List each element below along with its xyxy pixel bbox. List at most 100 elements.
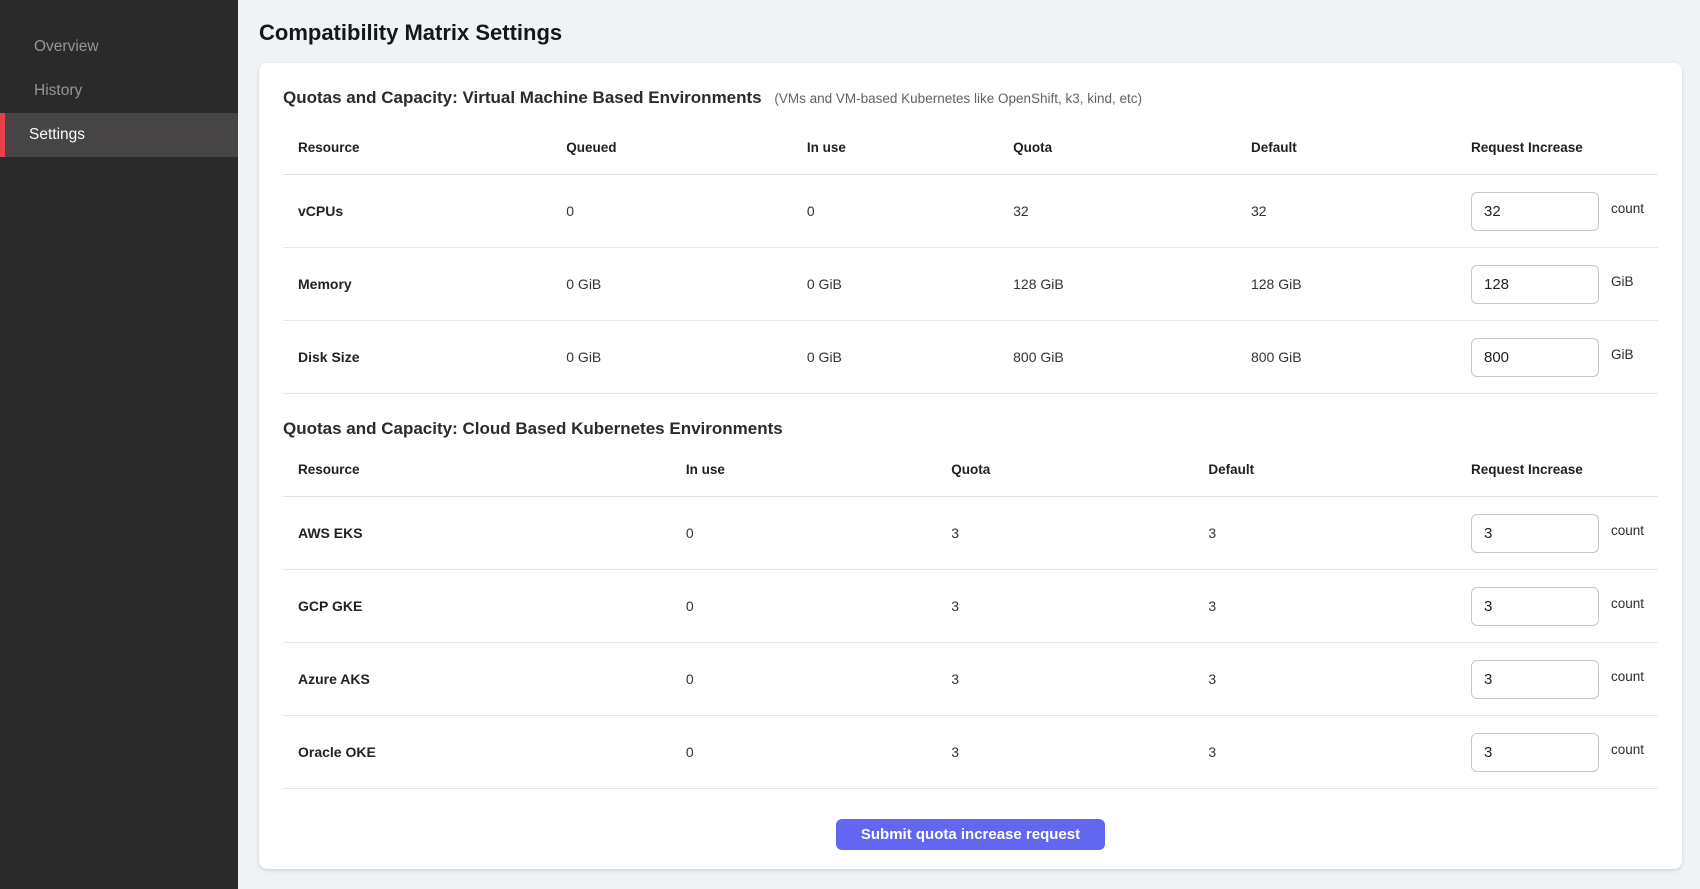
table-row: Azure AKS 0 3 3 count bbox=[283, 643, 1658, 716]
request-increase-cell: count bbox=[1471, 716, 1658, 789]
column-header-quota: Quota bbox=[951, 448, 1208, 497]
default-cell: 32 bbox=[1251, 175, 1471, 248]
request-box: GiB bbox=[1471, 265, 1658, 304]
sidebar: Overview History Settings bbox=[0, 0, 238, 889]
section-title-text: Quotas and Capacity: Virtual Machine Bas… bbox=[283, 88, 762, 107]
quota-cell: 128 GiB bbox=[1013, 248, 1251, 321]
resource-cell: GCP GKE bbox=[283, 570, 686, 643]
sidebar-item-label: History bbox=[34, 82, 82, 100]
section-title-text: Quotas and Capacity: Cloud Based Kuberne… bbox=[283, 419, 783, 438]
queued-cell: 0 GiB bbox=[566, 248, 807, 321]
queued-cell: 0 GiB bbox=[566, 321, 807, 394]
default-cell: 3 bbox=[1208, 570, 1471, 643]
in-use-cell: 0 bbox=[686, 716, 951, 789]
sidebar-item-label: Overview bbox=[34, 38, 99, 56]
in-use-cell: 0 bbox=[686, 497, 951, 570]
request-box: count bbox=[1471, 514, 1658, 553]
default-cell: 3 bbox=[1208, 643, 1471, 716]
in-use-cell: 0 GiB bbox=[807, 248, 1013, 321]
table-row: GCP GKE 0 3 3 count bbox=[283, 570, 1658, 643]
column-header-queued: Queued bbox=[566, 126, 807, 175]
table-header: Resource In use Quota Default Request In… bbox=[283, 448, 1658, 497]
column-header-quota: Quota bbox=[1013, 126, 1251, 175]
quota-request-input[interactable] bbox=[1471, 587, 1599, 626]
section-subtitle-text: (VMs and VM-based Kubernetes like OpenSh… bbox=[774, 91, 1142, 106]
section-title-vm: Quotas and Capacity: Virtual Machine Bas… bbox=[283, 87, 1658, 110]
resource-cell: Disk Size bbox=[283, 321, 566, 394]
quota-cell: 3 bbox=[951, 716, 1208, 789]
quota-cell: 800 GiB bbox=[1013, 321, 1251, 394]
table-row: vCPUs 0 0 32 32 count bbox=[283, 175, 1658, 248]
default-cell: 3 bbox=[1208, 497, 1471, 570]
in-use-cell: 0 GiB bbox=[807, 321, 1013, 394]
request-increase-cell: count bbox=[1471, 570, 1658, 643]
quota-cell: 32 bbox=[1013, 175, 1251, 248]
sidebar-item-overview[interactable]: Overview bbox=[0, 25, 238, 69]
column-header-in-use: In use bbox=[686, 448, 951, 497]
in-use-cell: 0 bbox=[686, 570, 951, 643]
quota-request-input[interactable] bbox=[1471, 514, 1599, 553]
table-row: Memory 0 GiB 0 GiB 128 GiB 128 GiB GiB bbox=[283, 248, 1658, 321]
request-box: count bbox=[1471, 733, 1658, 772]
resource-cell: vCPUs bbox=[283, 175, 566, 248]
request-increase-cell: count bbox=[1471, 497, 1658, 570]
quota-request-input[interactable] bbox=[1471, 265, 1599, 304]
sidebar-item-label: Settings bbox=[29, 126, 85, 144]
quota-cell: 3 bbox=[951, 497, 1208, 570]
resource-cell: Azure AKS bbox=[283, 643, 686, 716]
unit-label: count bbox=[1611, 201, 1644, 216]
column-header-in-use: In use bbox=[807, 126, 1013, 175]
column-header-resource: Resource bbox=[283, 448, 686, 497]
column-header-default: Default bbox=[1251, 126, 1471, 175]
table-row: Disk Size 0 GiB 0 GiB 800 GiB 800 GiB Gi… bbox=[283, 321, 1658, 394]
request-increase-cell: GiB bbox=[1471, 248, 1658, 321]
app-root: Overview History Settings Compatibility … bbox=[0, 0, 1700, 889]
column-header-request-increase: Request Increase bbox=[1471, 448, 1658, 497]
default-cell: 800 GiB bbox=[1251, 321, 1471, 394]
in-use-cell: 0 bbox=[807, 175, 1013, 248]
queued-cell: 0 bbox=[566, 175, 807, 248]
table-row: Oracle OKE 0 3 3 count bbox=[283, 716, 1658, 789]
request-box: count bbox=[1471, 660, 1658, 699]
quota-request-input[interactable] bbox=[1471, 733, 1599, 772]
table-header-row: Resource Queued In use Quota Default Req… bbox=[283, 126, 1658, 175]
unit-label: count bbox=[1611, 742, 1644, 757]
default-cell: 128 GiB bbox=[1251, 248, 1471, 321]
quota-request-input[interactable] bbox=[1471, 660, 1599, 699]
button-row: Submit quota increase request bbox=[283, 819, 1658, 850]
table-header: Resource Queued In use Quota Default Req… bbox=[283, 126, 1658, 175]
resource-cell: AWS EKS bbox=[283, 497, 686, 570]
request-increase-cell: GiB bbox=[1471, 321, 1658, 394]
sidebar-item-settings[interactable]: Settings bbox=[0, 113, 238, 157]
quota-cell: 3 bbox=[951, 643, 1208, 716]
settings-card: Quotas and Capacity: Virtual Machine Bas… bbox=[259, 63, 1682, 869]
quota-request-input[interactable] bbox=[1471, 192, 1599, 231]
unit-label: count bbox=[1611, 596, 1644, 611]
request-box: count bbox=[1471, 192, 1658, 231]
unit-label: GiB bbox=[1611, 274, 1634, 289]
submit-quota-increase-button[interactable]: Submit quota increase request bbox=[836, 819, 1105, 850]
section-title-cloud: Quotas and Capacity: Cloud Based Kuberne… bbox=[283, 418, 1658, 440]
page-title: Compatibility Matrix Settings bbox=[259, 20, 1682, 46]
column-header-request-increase: Request Increase bbox=[1471, 126, 1658, 175]
column-header-resource: Resource bbox=[283, 126, 566, 175]
in-use-cell: 0 bbox=[686, 643, 951, 716]
sidebar-nav: Overview History Settings bbox=[0, 25, 238, 157]
table-header-row: Resource In use Quota Default Request In… bbox=[283, 448, 1658, 497]
resource-cell: Oracle OKE bbox=[283, 716, 686, 789]
default-cell: 3 bbox=[1208, 716, 1471, 789]
cloud-quota-table: Resource In use Quota Default Request In… bbox=[283, 448, 1658, 789]
request-increase-cell: count bbox=[1471, 175, 1658, 248]
main-content: Compatibility Matrix Settings Quotas and… bbox=[238, 0, 1700, 889]
column-header-default: Default bbox=[1208, 448, 1471, 497]
unit-label: count bbox=[1611, 523, 1644, 538]
unit-label: count bbox=[1611, 669, 1644, 684]
sidebar-item-history[interactable]: History bbox=[0, 69, 238, 113]
quota-cell: 3 bbox=[951, 570, 1208, 643]
request-box: count bbox=[1471, 587, 1658, 626]
resource-cell: Memory bbox=[283, 248, 566, 321]
unit-label: GiB bbox=[1611, 347, 1634, 362]
request-box: GiB bbox=[1471, 338, 1658, 377]
quota-request-input[interactable] bbox=[1471, 338, 1599, 377]
request-increase-cell: count bbox=[1471, 643, 1658, 716]
